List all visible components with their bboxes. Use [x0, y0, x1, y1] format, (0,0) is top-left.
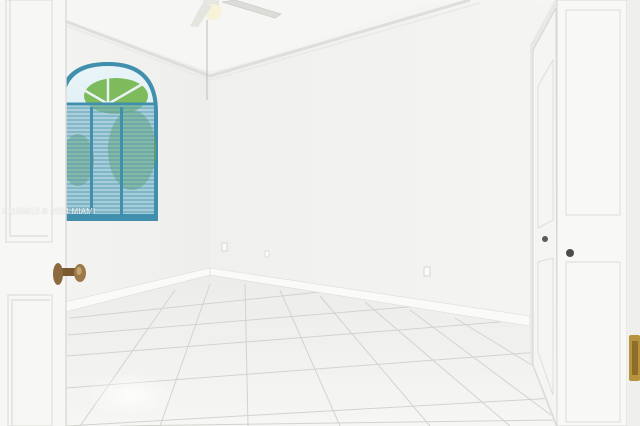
arched-window — [60, 62, 158, 221]
outlet-left — [221, 242, 228, 252]
closet-knob-right — [566, 249, 574, 257]
room-illustration — [0, 0, 640, 426]
room-photo: A1180813 © 2024 MIAMI — [0, 0, 640, 426]
listing-watermark: A1180813 © 2024 MIAMI — [2, 207, 96, 216]
closet-doors — [530, 0, 640, 426]
closet-knob-left — [542, 236, 548, 242]
outlet-back — [423, 266, 431, 277]
closet-door-right — [556, 0, 628, 426]
